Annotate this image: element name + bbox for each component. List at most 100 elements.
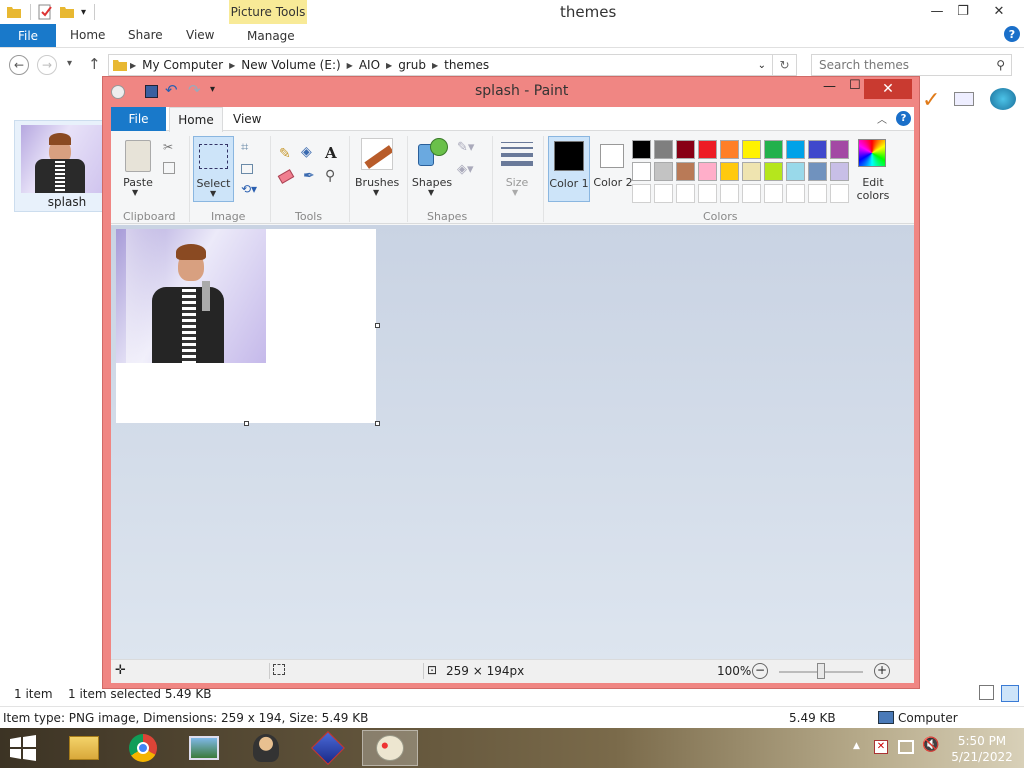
show-hidden-icons[interactable]: ▲ bbox=[853, 741, 860, 751]
breadcrumb-separator-icon[interactable]: ▶ bbox=[347, 61, 353, 70]
custom-color-swatch[interactable] bbox=[830, 184, 849, 203]
customize-qat-icon[interactable]: ▾ bbox=[81, 7, 86, 18]
breadcrumb-aio[interactable]: AIO bbox=[359, 58, 380, 72]
help-icon[interactable]: ? bbox=[1004, 26, 1020, 42]
breadcrumb-new-volume[interactable]: New Volume (E:) bbox=[241, 58, 340, 72]
palette-swatch[interactable] bbox=[676, 140, 695, 159]
palette-swatch[interactable] bbox=[720, 140, 739, 159]
palette-swatch[interactable] bbox=[786, 140, 805, 159]
collapse-ribbon-icon[interactable]: ︿ bbox=[877, 111, 887, 126]
search-input[interactable]: Search themes ⚲ bbox=[811, 54, 1012, 76]
paint-tab-view[interactable]: View bbox=[233, 112, 261, 126]
breadcrumb-my-computer[interactable]: My Computer bbox=[142, 58, 223, 72]
shapes-dropdown-icon[interactable]: ▼ bbox=[428, 188, 434, 197]
shapes-icon[interactable] bbox=[418, 138, 448, 168]
brushes-icon[interactable] bbox=[361, 138, 393, 170]
tab-file[interactable]: File bbox=[0, 24, 56, 47]
up-button[interactable]: ↑ bbox=[88, 55, 101, 73]
taskbar-chrome[interactable] bbox=[115, 730, 171, 766]
rotate-icon[interactable]: ⟲▾ bbox=[241, 182, 257, 196]
action-center-icon[interactable]: ✕ bbox=[874, 740, 888, 754]
resize-handle-bottom[interactable] bbox=[244, 421, 249, 426]
palette-swatch[interactable] bbox=[808, 162, 827, 181]
save-icon[interactable] bbox=[145, 85, 158, 98]
breadcrumb-grub[interactable]: grub bbox=[398, 58, 426, 72]
custom-color-swatch[interactable] bbox=[786, 184, 805, 203]
palette-swatch[interactable] bbox=[654, 140, 673, 159]
crop-icon[interactable]: ⌗ bbox=[241, 140, 248, 155]
redo-icon[interactable]: ↷ bbox=[188, 81, 201, 99]
breadcrumb-separator-icon[interactable]: ▶ bbox=[386, 61, 392, 70]
pencil-icon[interactable]: ✎ bbox=[279, 146, 291, 162]
address-bar[interactable]: ▶ My Computer ▶ New Volume (E:) ▶ AIO ▶ … bbox=[108, 54, 773, 76]
paint-maximize-button[interactable]: ☐ bbox=[849, 78, 861, 93]
palette-swatch[interactable] bbox=[764, 162, 783, 181]
color2-button[interactable]: Color 2 bbox=[592, 136, 634, 202]
custom-color-swatch[interactable] bbox=[632, 184, 651, 203]
edit-colors-button[interactable]: Edit colors bbox=[851, 176, 895, 202]
palette-swatch[interactable] bbox=[742, 140, 761, 159]
display-icon[interactable] bbox=[954, 92, 974, 106]
tab-view[interactable]: View bbox=[186, 28, 214, 42]
taskbar-photos[interactable] bbox=[176, 730, 232, 766]
paste-dropdown-icon[interactable]: ▼ bbox=[132, 188, 138, 197]
paint-help-icon[interactable]: ? bbox=[896, 111, 911, 126]
resize-handle-corner[interactable] bbox=[375, 421, 380, 426]
palette-swatch[interactable] bbox=[720, 162, 739, 181]
custom-color-swatch[interactable] bbox=[654, 184, 673, 203]
custom-color-swatch[interactable] bbox=[764, 184, 783, 203]
size-dropdown-icon[interactable]: ▼ bbox=[512, 188, 518, 197]
customize-qat-icon[interactable]: ▾ bbox=[210, 84, 215, 95]
recent-locations-icon[interactable]: ▾ bbox=[67, 58, 72, 69]
custom-color-swatch[interactable] bbox=[720, 184, 739, 203]
copy-icon[interactable] bbox=[163, 162, 175, 174]
palette-swatch[interactable] bbox=[698, 140, 717, 159]
palette-swatch[interactable] bbox=[654, 162, 673, 181]
search-icon[interactable]: ⚲ bbox=[996, 58, 1005, 72]
brushes-dropdown-icon[interactable]: ▼ bbox=[373, 188, 379, 197]
tab-home[interactable]: Home bbox=[70, 28, 105, 42]
fill-icon[interactable]: ◈ bbox=[301, 144, 312, 160]
color1-button[interactable]: Color 1 bbox=[548, 136, 590, 202]
edit-colors-icon[interactable] bbox=[858, 139, 886, 167]
paint-close-button[interactable]: ✕ bbox=[864, 79, 912, 99]
palette-swatch[interactable] bbox=[808, 140, 827, 159]
outline-icon[interactable]: ✎▾ bbox=[457, 140, 474, 155]
breadcrumb-separator-icon[interactable]: ▶ bbox=[432, 61, 438, 70]
shell-icon[interactable] bbox=[990, 88, 1016, 110]
paint-app-icon[interactable] bbox=[111, 85, 125, 99]
palette-swatch[interactable] bbox=[742, 162, 761, 181]
paste-icon[interactable] bbox=[125, 140, 151, 172]
details-view-icon[interactable] bbox=[979, 685, 994, 700]
volume-muted-icon[interactable]: 🔇 bbox=[922, 737, 939, 753]
magnifier-icon[interactable]: ⚲ bbox=[325, 168, 335, 184]
cut-icon[interactable]: ✂ bbox=[163, 140, 173, 154]
large-icons-view-icon[interactable] bbox=[1001, 685, 1019, 702]
refresh-button[interactable]: ↻ bbox=[773, 54, 797, 76]
restore-button[interactable]: ❐ bbox=[948, 0, 978, 22]
palette-swatch[interactable] bbox=[698, 162, 717, 181]
palette-swatch[interactable] bbox=[632, 140, 651, 159]
size-icon[interactable] bbox=[501, 142, 533, 166]
start-button[interactable] bbox=[8, 735, 38, 761]
paint-tab-file[interactable]: File bbox=[111, 107, 166, 131]
fill-shape-icon[interactable]: ◈▾ bbox=[457, 162, 474, 177]
folder-icon[interactable] bbox=[6, 4, 22, 20]
breadcrumb-themes[interactable]: themes bbox=[444, 58, 489, 72]
paint-minimize-button[interactable]: — bbox=[823, 79, 836, 94]
drawing-canvas[interactable] bbox=[116, 229, 376, 423]
tab-share[interactable]: Share bbox=[128, 28, 163, 42]
palette-swatch[interactable] bbox=[632, 162, 651, 181]
forward-button[interactable]: → bbox=[37, 55, 57, 75]
custom-color-swatch[interactable] bbox=[698, 184, 717, 203]
custom-color-swatch[interactable] bbox=[676, 184, 695, 203]
new-folder-icon[interactable] bbox=[59, 4, 75, 20]
resize-handle-right[interactable] bbox=[375, 323, 380, 328]
back-button[interactable]: ← bbox=[9, 55, 29, 75]
network-icon[interactable] bbox=[898, 740, 914, 754]
palette-swatch[interactable] bbox=[764, 140, 783, 159]
text-icon[interactable]: A bbox=[325, 144, 337, 162]
palette-swatch[interactable] bbox=[830, 140, 849, 159]
select-dropdown-icon[interactable]: ▼ bbox=[210, 189, 216, 198]
palette-swatch[interactable] bbox=[830, 162, 849, 181]
